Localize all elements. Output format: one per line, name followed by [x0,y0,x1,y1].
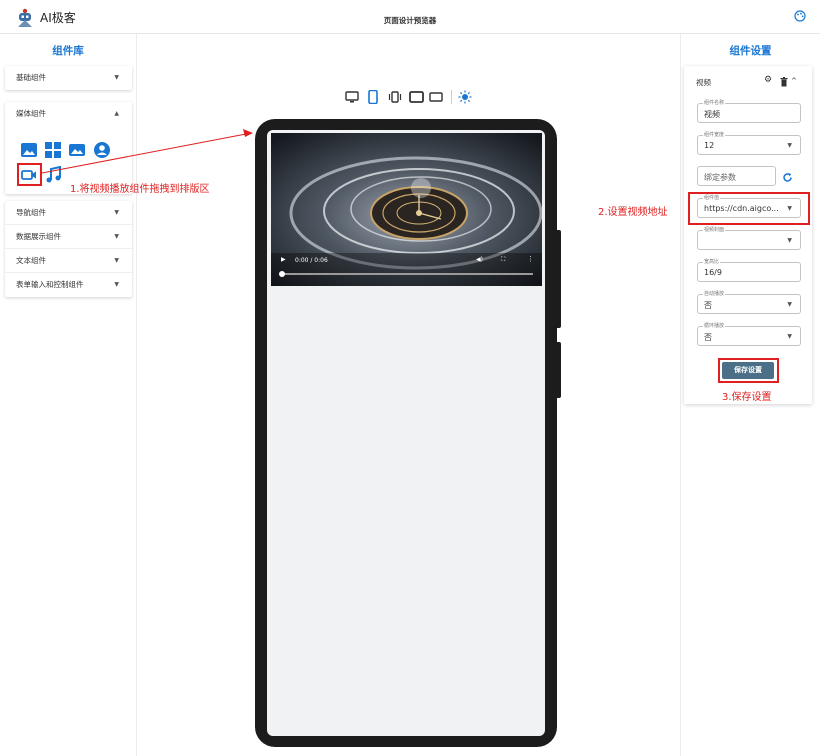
annotation-step1: 1.将视频播放组件拖拽到排版区 [70,184,210,195]
annotation-step2: 2.设置视频地址 [598,207,668,218]
annotation-arrow [41,129,253,174]
annotation-step3: 3.保存设置 [722,392,772,403]
